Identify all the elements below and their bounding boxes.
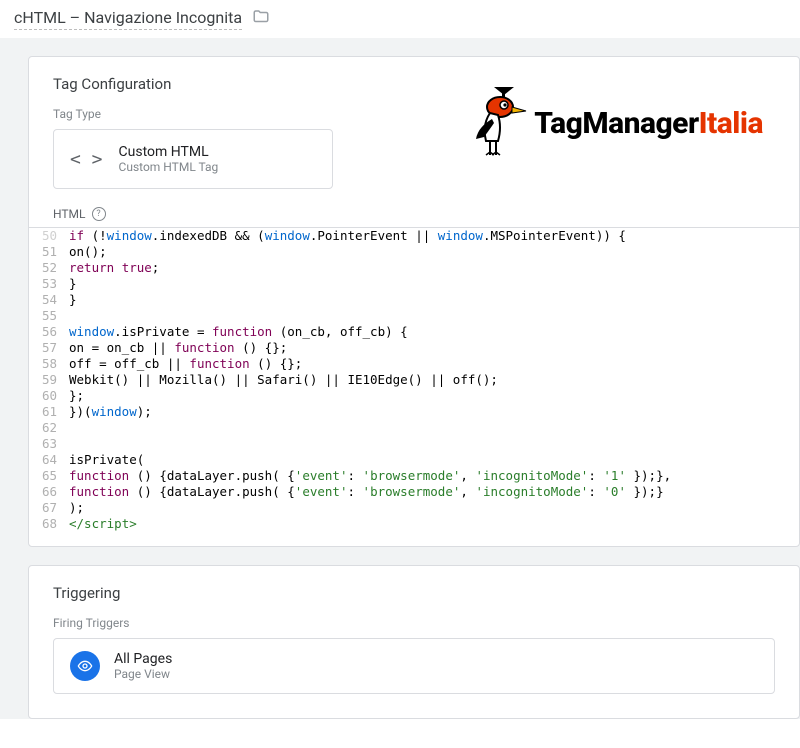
- logo-text-2: Italia: [699, 106, 763, 141]
- line-number: 50: [29, 228, 65, 244]
- code-line[interactable]: }: [65, 292, 77, 308]
- line-number: 67: [29, 500, 65, 516]
- tag-type-name: Custom HTML: [119, 144, 219, 160]
- code-line[interactable]: return true;: [65, 260, 159, 276]
- code-line[interactable]: [65, 436, 77, 452]
- code-line[interactable]: if (!window.indexedDB && (window.Pointer…: [65, 228, 626, 244]
- trigger-row[interactable]: All Pages Page View: [53, 638, 775, 694]
- code-line[interactable]: function () {dataLayer.push( {'event': '…: [65, 468, 671, 484]
- line-number: 58: [29, 356, 65, 372]
- line-number: 52: [29, 260, 65, 276]
- line-number: 55: [29, 308, 65, 324]
- line-number: 62: [29, 420, 65, 436]
- tag-configuration-card[interactable]: TagManagerItalia Tag Configuration Tag T…: [28, 56, 800, 547]
- code-line[interactable]: window.isPrivate = function (on_cb, off_…: [65, 324, 408, 340]
- code-line[interactable]: };: [65, 388, 84, 404]
- line-number: 56: [29, 324, 65, 340]
- trigger-sub: Page View: [114, 667, 172, 681]
- line-number: 66: [29, 484, 65, 500]
- code-line[interactable]: off = off_cb || function () {};: [65, 356, 302, 372]
- line-number: 64: [29, 452, 65, 468]
- code-icon: < >: [70, 149, 103, 170]
- tag-name-input[interactable]: cHTML – Navigazione Incognita: [14, 8, 242, 30]
- line-number: 60: [29, 388, 65, 404]
- code-line[interactable]: [65, 420, 77, 436]
- line-number: 51: [29, 244, 65, 260]
- code-line[interactable]: on = on_cb || function () {};: [65, 340, 287, 356]
- line-number: 59: [29, 372, 65, 388]
- line-number: 61: [29, 404, 65, 420]
- logo-text-1: TagManager: [534, 106, 698, 141]
- page-body: TagManagerItalia Tag Configuration Tag T…: [0, 38, 800, 719]
- tag-type-sub: Custom HTML Tag: [119, 160, 219, 174]
- code-line[interactable]: function () {dataLayer.push( {'event': '…: [65, 484, 664, 500]
- line-number: 54: [29, 292, 65, 308]
- firing-triggers-label: Firing Triggers: [53, 616, 775, 630]
- html-code-editor[interactable]: 50if (!window.indexedDB && (window.Point…: [29, 227, 799, 532]
- brand-logo: TagManagerItalia: [468, 83, 763, 163]
- html-field-label: HTML: [53, 207, 86, 221]
- code-line[interactable]: }: [65, 276, 77, 292]
- line-number: 63: [29, 436, 65, 452]
- code-line[interactable]: [65, 308, 77, 324]
- code-line[interactable]: on();: [65, 244, 107, 260]
- code-line[interactable]: Webkit() || Mozilla() || Safari() || IE1…: [65, 372, 498, 388]
- folder-icon[interactable]: [252, 8, 270, 30]
- trigger-name: All Pages: [114, 651, 172, 667]
- help-icon[interactable]: ?: [92, 207, 106, 221]
- code-line[interactable]: );: [65, 500, 84, 516]
- tag-type-selector[interactable]: < > Custom HTML Custom HTML Tag: [53, 129, 333, 189]
- triggering-card[interactable]: Triggering Firing Triggers All Pages Pag…: [28, 565, 800, 719]
- line-number: 57: [29, 340, 65, 356]
- pageview-icon: [70, 651, 100, 681]
- line-number: 65: [29, 468, 65, 484]
- page-header: cHTML – Navigazione Incognita: [0, 0, 800, 38]
- code-line[interactable]: isPrivate(: [65, 452, 144, 468]
- code-line[interactable]: </script>: [65, 516, 137, 532]
- line-number: 53: [29, 276, 65, 292]
- line-number: 68: [29, 516, 65, 532]
- triggering-title: Triggering: [53, 584, 775, 602]
- code-line[interactable]: })(window);: [65, 404, 152, 420]
- woodpecker-icon: [468, 83, 528, 163]
